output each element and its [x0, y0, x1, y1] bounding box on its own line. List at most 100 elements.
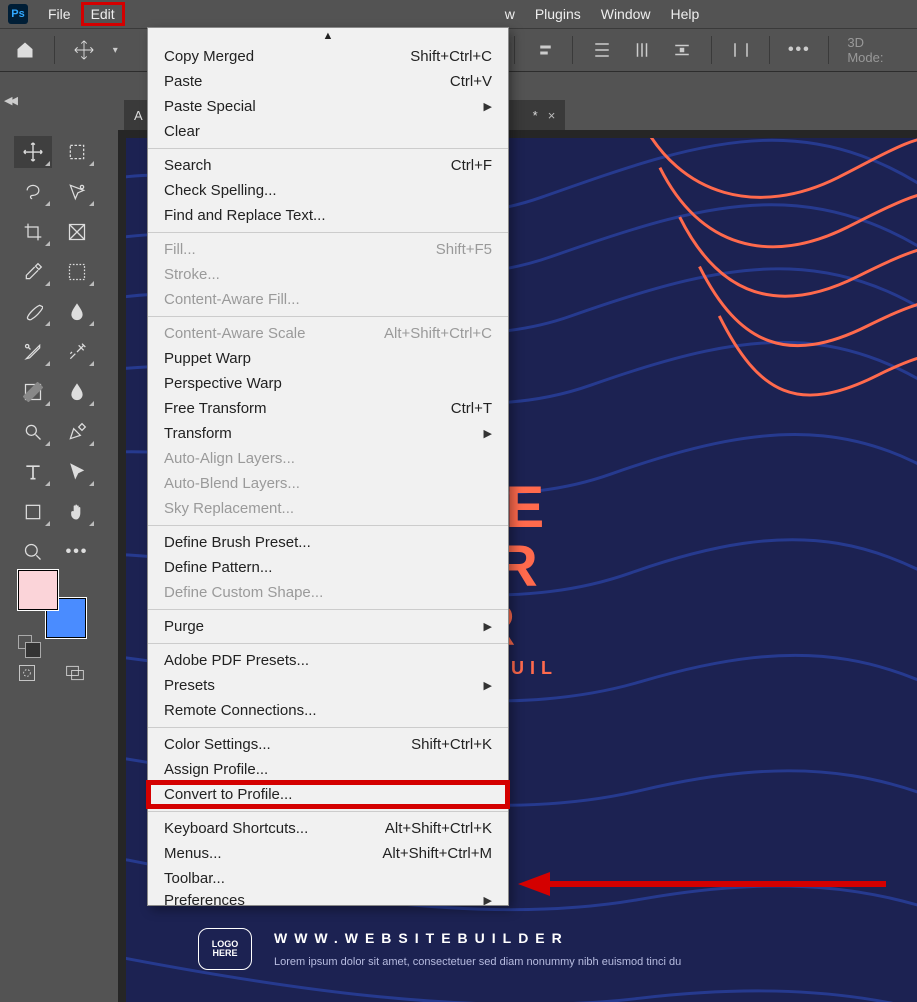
tool-gradient[interactable]	[14, 376, 52, 408]
menu-file[interactable]: File	[38, 2, 81, 26]
menu-item-label: Search	[164, 157, 212, 174]
tool-pen[interactable]	[58, 416, 96, 448]
tool-shape[interactable]	[14, 496, 52, 528]
menu-item-purge[interactable]: Purge▶	[148, 614, 508, 639]
color-swatches[interactable]	[18, 570, 88, 634]
distribute-bottom-icon[interactable]	[671, 39, 693, 61]
menu-item-shortcut: Shift+Ctrl+K	[411, 736, 492, 753]
quick-mask-icon[interactable]	[14, 660, 40, 686]
menu-item-convert-to-profile[interactable]: Convert to Profile...	[148, 782, 508, 807]
tool-lasso[interactable]	[14, 176, 52, 208]
align-left-icon[interactable]	[533, 39, 555, 61]
tool-crop[interactable]	[14, 216, 52, 248]
tool-artboard[interactable]	[58, 136, 96, 168]
menu-item-label: Copy Merged	[164, 48, 254, 65]
menu-item-check-spelling[interactable]: Check Spelling...	[148, 178, 508, 203]
screen-mode-icon[interactable]	[62, 660, 88, 686]
menu-item-find-and-replace-text[interactable]: Find and Replace Text...	[148, 203, 508, 228]
menu-item-content-aware-scale: Content-Aware ScaleAlt+Shift+Ctrl+C	[148, 321, 508, 346]
menu-item-fill: Fill... Shift+F5	[148, 237, 508, 262]
tool-blur[interactable]	[58, 296, 96, 328]
close-tab-icon[interactable]: ×	[548, 108, 556, 123]
menu-item-assign-profile[interactable]: Assign Profile...	[148, 757, 508, 782]
menu-item-label: Check Spelling...	[164, 182, 277, 199]
menu-item-menus[interactable]: Menus...Alt+Shift+Ctrl+M	[148, 841, 508, 866]
tool-hand[interactable]	[58, 496, 96, 528]
tool-mixer-brush[interactable]	[58, 336, 96, 368]
menu-item-label: Assign Profile...	[164, 761, 268, 778]
menu-item-paste[interactable]: Paste Ctrl+V	[148, 69, 508, 94]
home-icon[interactable]	[14, 39, 36, 61]
menu-item-adobe-pdf-presets[interactable]: Adobe PDF Presets...	[148, 648, 508, 673]
menu-item-label: Convert to Profile...	[164, 786, 292, 803]
tool-paint-bucket[interactable]	[58, 376, 96, 408]
menu-item-preferences[interactable]: Preferences▶	[148, 891, 508, 905]
menu-item-define-pattern[interactable]: Define Pattern...	[148, 555, 508, 580]
tool-eyedropper[interactable]	[14, 256, 52, 288]
tool-brush[interactable]	[14, 296, 52, 328]
menu-item-label: Puppet Warp	[164, 350, 251, 367]
tool-type[interactable]	[14, 456, 52, 488]
menu-item-label: Find and Replace Text...	[164, 207, 325, 224]
distribute-top-icon[interactable]	[591, 39, 613, 61]
tool-history-brush[interactable]	[14, 336, 52, 368]
menu-item-shortcut: Ctrl+V	[450, 73, 492, 90]
menu-item-copy-merged[interactable]: Copy MergedShift+Ctrl+C	[148, 44, 508, 69]
menu-item-shortcut: Alt+Shift+Ctrl+M	[382, 845, 492, 862]
menu-item-label: Free Transform	[164, 400, 267, 417]
document-tab-label: A	[134, 108, 143, 123]
tool-marquee[interactable]	[58, 256, 96, 288]
menu-item-label: Preferences	[164, 892, 245, 906]
menu-scroll-up-icon[interactable]: ▲	[148, 28, 508, 44]
menu-item-label: Purge	[164, 618, 204, 635]
menu-item-paste-special[interactable]: Paste Special▶	[148, 94, 508, 119]
menu-item-toolbar[interactable]: Toolbar...	[148, 866, 508, 891]
tool-path-select[interactable]	[58, 456, 96, 488]
move-tool-icon[interactable]	[73, 39, 95, 61]
menu-item-transform[interactable]: Transform▶	[148, 421, 508, 446]
menu-item-shortcut: Shift+F5	[436, 241, 492, 258]
default-colors-icon[interactable]	[18, 635, 32, 649]
menu-item-label: Paste	[164, 73, 202, 90]
distribute-vspace-icon[interactable]	[730, 39, 752, 61]
menu-item-search[interactable]: Search Ctrl+F	[148, 153, 508, 178]
menu-item-label: Define Custom Shape...	[164, 584, 323, 601]
menu-item-remote-connections[interactable]: Remote Connections...	[148, 698, 508, 723]
menu-item-label: Define Pattern...	[164, 559, 272, 576]
tools-panel: •••	[8, 130, 102, 574]
tool-frame[interactable]	[58, 216, 96, 248]
menu-item-label: Presets	[164, 677, 215, 694]
tool-dodge[interactable]	[14, 416, 52, 448]
menu-item-color-settings[interactable]: Color Settings...Shift+Ctrl+K	[148, 732, 508, 757]
menu-item-label: Stroke...	[164, 266, 220, 283]
menu-item-stroke: Stroke...	[148, 262, 508, 287]
menu-item-presets[interactable]: Presets▶	[148, 673, 508, 698]
menu-item-label: Fill...	[164, 241, 196, 258]
poster-lorem: Lorem ipsum dolor sit amet, consectetuer…	[274, 954, 897, 971]
submenu-arrow-icon: ▶	[484, 427, 492, 440]
menu-edit[interactable]: Edit	[81, 2, 125, 26]
tool-zoom[interactable]	[14, 536, 52, 568]
menu-help[interactable]: Help	[661, 2, 710, 26]
menu-plugins[interactable]: Plugins	[525, 2, 591, 26]
menu-item-free-transform[interactable]: Free TransformCtrl+T	[148, 396, 508, 421]
more-options-icon[interactable]: •••	[788, 39, 810, 61]
menu-item-clear[interactable]: Clear	[148, 119, 508, 144]
menu-window[interactable]: Window	[591, 2, 661, 26]
menu-item-label: Auto-Blend Layers...	[164, 475, 300, 492]
menu-item-shortcut: Ctrl+F	[451, 157, 492, 174]
menu-item-label: Define Brush Preset...	[164, 534, 311, 551]
menu-item-shortcut: Alt+Shift+Ctrl+C	[384, 325, 492, 342]
tool-move[interactable]	[14, 136, 52, 168]
tool-quick-select[interactable]	[58, 176, 96, 208]
foreground-color-swatch[interactable]	[18, 570, 58, 610]
menu-truncated[interactable]: w	[495, 2, 525, 26]
collapse-panels-icon[interactable]: ◀◀	[4, 94, 15, 107]
menu-item-puppet-warp[interactable]: Puppet Warp	[148, 346, 508, 371]
tool-more[interactable]: •••	[58, 536, 96, 568]
distribute-hcenter-icon[interactable]	[631, 39, 653, 61]
menu-item-auto-blend-layers: Auto-Blend Layers...	[148, 471, 508, 496]
menu-item-keyboard-shortcuts[interactable]: Keyboard Shortcuts...Alt+Shift+Ctrl+K	[148, 816, 508, 841]
menu-item-perspective-warp[interactable]: Perspective Warp	[148, 371, 508, 396]
menu-item-define-brush-preset[interactable]: Define Brush Preset...	[148, 530, 508, 555]
